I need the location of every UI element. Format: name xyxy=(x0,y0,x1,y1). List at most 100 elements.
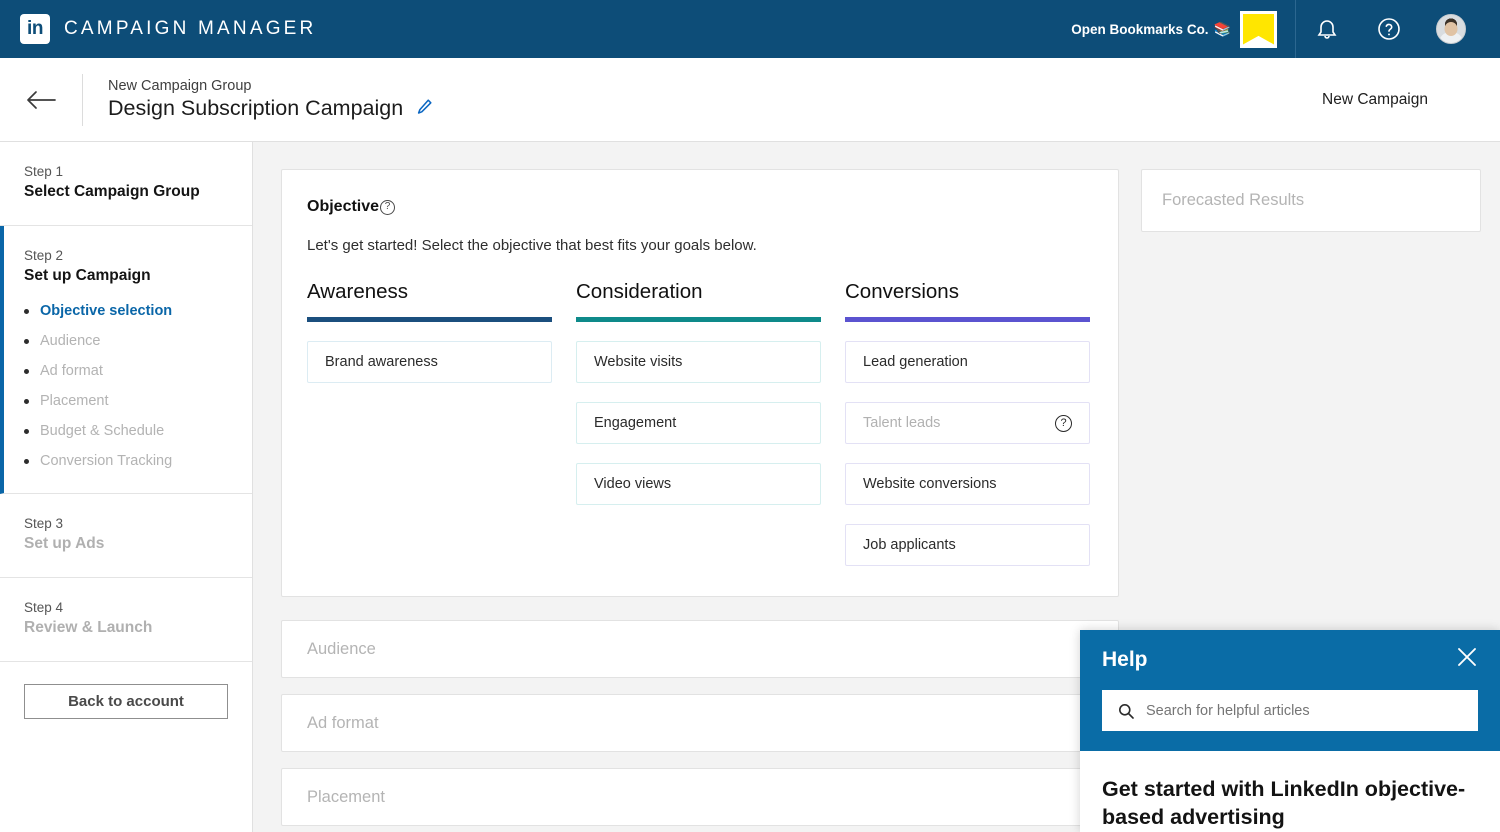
help-panel: Help Get started with LinkedI xyxy=(1080,630,1500,832)
bullet-icon xyxy=(24,428,29,434)
help-panel-title: Help xyxy=(1102,647,1148,671)
column-underline xyxy=(845,317,1090,322)
page-subheader: New Campaign Group Design Subscription C… xyxy=(0,58,1500,142)
step-number: Step 2 xyxy=(24,248,64,263)
campaign-group-label: New Campaign Group xyxy=(108,78,252,94)
bullet-icon xyxy=(24,398,29,404)
pencil-icon xyxy=(418,99,432,114)
objective-column-consideration: Consideration Website visits Engagement … xyxy=(576,280,821,566)
substep-label: Audience xyxy=(40,333,101,349)
objective-heading: Objective ? xyxy=(307,198,1093,216)
campaign-title-block: New Campaign Group Design Subscription C… xyxy=(82,73,433,126)
section-label: Audience xyxy=(307,639,376,658)
new-campaign-label: New Campaign xyxy=(1322,90,1428,108)
option-label: Engagement xyxy=(594,415,677,431)
step-title: Set up Ads xyxy=(24,535,105,552)
sidebar-item-conversion-tracking[interactable]: Conversion Tracking xyxy=(24,453,228,469)
edit-campaign-name-button[interactable] xyxy=(416,98,433,119)
back-to-account-button[interactable]: Back to account xyxy=(24,684,228,719)
help-panel-body: Get started with LinkedIn objective-base… xyxy=(1080,751,1500,832)
question-circle-icon xyxy=(1378,18,1400,40)
objective-subtitle: Let's get started! Select the objective … xyxy=(307,237,757,254)
back-button[interactable] xyxy=(0,90,82,110)
option-label: Talent leads xyxy=(863,415,941,431)
column-title: Conversions xyxy=(845,280,959,303)
column-underline xyxy=(576,317,821,322)
sidebar-item-budget-schedule[interactable]: Budget & Schedule xyxy=(24,423,228,439)
close-icon xyxy=(1458,648,1476,667)
help-panel-titlebar: Help xyxy=(1102,646,1478,673)
bullet-icon xyxy=(24,338,29,344)
bullet-icon xyxy=(24,458,29,464)
objective-option-lead-generation[interactable]: Lead generation xyxy=(845,341,1090,383)
page-title: Design Subscription Campaign xyxy=(108,96,404,120)
app-title: CAMPAIGN MANAGER xyxy=(64,18,317,39)
section-ad-format[interactable]: Ad format xyxy=(281,694,1119,752)
steps-sidebar: Step 1 Select Campaign Group Step 2 Set … xyxy=(0,142,253,832)
page-body: Step 1 Select Campaign Group Step 2 Set … xyxy=(0,142,1500,832)
objective-option-website-visits[interactable]: Website visits xyxy=(576,341,821,383)
sidebar-item-ad-format[interactable]: Ad format xyxy=(24,363,228,379)
question-circle-icon[interactable]: ? xyxy=(380,199,396,215)
objective-column-conversions: Conversions Lead generation Talent leads… xyxy=(845,280,1090,566)
search-input[interactable] xyxy=(1146,702,1462,719)
section-label: Placement xyxy=(307,787,385,806)
books-emoji-icon: 📚 xyxy=(1213,20,1231,37)
avatar xyxy=(1436,14,1466,44)
step-number: Step 1 xyxy=(24,164,64,179)
section-audience[interactable]: Audience xyxy=(281,620,1119,678)
substep-label: Budget & Schedule xyxy=(40,423,165,439)
notifications-button[interactable] xyxy=(1296,0,1358,58)
bell-icon xyxy=(1317,20,1337,39)
objective-option-talent-leads: Talent leads ? xyxy=(845,402,1090,444)
option-label: Video views xyxy=(594,476,672,492)
sidebar-step-4[interactable]: Step 4 Review & Launch xyxy=(0,578,252,662)
column-title: Consideration xyxy=(576,280,703,303)
sidebar-step-3[interactable]: Step 3 Set up Ads xyxy=(0,494,252,578)
question-circle-icon[interactable]: ? xyxy=(1055,414,1072,432)
close-help-button[interactable] xyxy=(1456,646,1478,673)
objective-heading-text: Objective xyxy=(307,198,380,215)
sidebar-step-1[interactable]: Step 1 Select Campaign Group xyxy=(0,142,252,226)
objective-column-awareness: Awareness Brand awareness xyxy=(307,280,552,566)
sidebar-item-objective-selection[interactable]: Objective selection xyxy=(24,303,228,319)
sidebar-step-2[interactable]: Step 2 Set up Campaign Objective selecti… xyxy=(0,226,252,494)
account-name: Open Bookmarks Co. 📚 xyxy=(1071,21,1231,38)
objective-option-video-views[interactable]: Video views xyxy=(576,463,821,505)
search-icon xyxy=(1119,703,1134,719)
forecasted-results-panel[interactable]: Forecasted Results xyxy=(1141,169,1481,232)
step-number: Step 4 xyxy=(24,600,64,615)
help-search-box[interactable] xyxy=(1102,690,1478,732)
objective-option-job-applicants[interactable]: Job applicants xyxy=(845,524,1090,566)
objective-columns: Awareness Brand awareness Consideration … xyxy=(307,280,1093,566)
sidebar-footer: Back to account xyxy=(0,662,252,741)
objective-option-engagement[interactable]: Engagement xyxy=(576,402,821,444)
column-title: Awareness xyxy=(307,280,409,303)
substep-label: Placement xyxy=(40,393,109,409)
help-article-link[interactable]: Get started with LinkedIn objective-base… xyxy=(1102,776,1478,832)
step-title: Select Campaign Group xyxy=(24,183,200,200)
step-title: Set up Campaign xyxy=(24,267,151,284)
profile-button[interactable] xyxy=(1420,0,1482,58)
linkedin-logo-icon[interactable]: in xyxy=(20,14,50,44)
left-column: Objective ? Let's get started! Select th… xyxy=(281,169,1119,832)
option-label: Website conversions xyxy=(863,476,997,492)
substep-list: Objective selection Audience Ad format P… xyxy=(24,303,228,469)
objective-card: Objective ? Let's get started! Select th… xyxy=(281,169,1119,597)
substep-label: Objective selection xyxy=(40,303,173,319)
objective-option-brand-awareness[interactable]: Brand awareness xyxy=(307,341,552,383)
substep-label: Conversion Tracking xyxy=(40,453,173,469)
sidebar-item-placement[interactable]: Placement xyxy=(24,393,228,409)
help-panel-header: Help xyxy=(1080,630,1500,752)
section-placement[interactable]: Placement xyxy=(281,768,1119,826)
sidebar-item-audience[interactable]: Audience xyxy=(24,333,228,349)
account-switcher[interactable]: Open Bookmarks Co. 📚 xyxy=(1071,0,1296,58)
option-label: Lead generation xyxy=(863,354,968,370)
bullet-icon xyxy=(24,368,29,374)
help-button[interactable] xyxy=(1358,0,1420,58)
campaign-name-row: Design Subscription Campaign xyxy=(108,96,433,121)
section-label: Ad format xyxy=(307,713,379,732)
step-number: Step 3 xyxy=(24,516,64,531)
column-underline xyxy=(307,317,552,322)
objective-option-website-conversions[interactable]: Website conversions xyxy=(845,463,1090,505)
